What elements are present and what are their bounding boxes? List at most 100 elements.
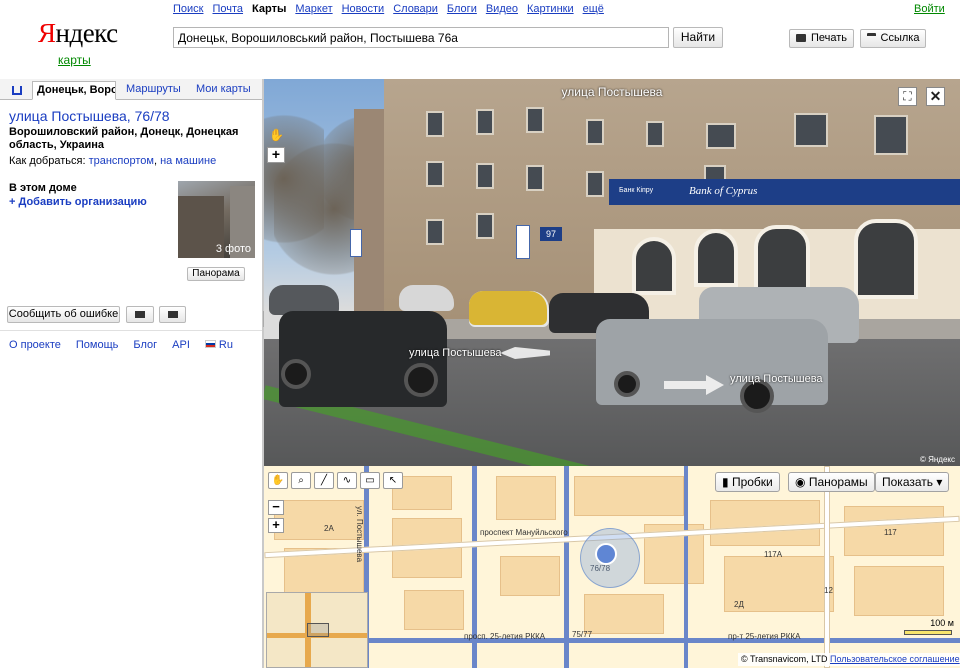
window [426,161,444,187]
footer-help[interactable]: Помощь [76,339,119,351]
no-parking-sign [350,229,362,257]
map-toolbar: ✋ ⌕ ╱ ∿ ▭ ↖ [268,472,403,489]
street-panorama[interactable]: Банк Кіпру Bank of Cyprus 97 улица Посты… [264,79,960,466]
street-label-forward[interactable]: улица Постышева [730,373,823,385]
footer-about[interactable]: О проекте [9,339,61,351]
footer-api[interactable]: API [172,339,190,351]
print-small-button[interactable] [126,306,154,323]
map-block [500,556,560,596]
pointer-tool-icon[interactable]: ↖ [383,472,403,489]
window [874,115,908,155]
map-label-manuilsky: проспект Мануйльского [480,528,568,537]
map-zoom-out-button[interactable]: − [268,500,284,515]
nav-search[interactable]: Поиск [173,3,203,15]
window [646,121,664,147]
window [476,109,494,135]
link-small-button[interactable] [159,306,186,323]
nav-video[interactable]: Видео [486,3,518,15]
arched-window [632,237,676,295]
window [426,111,444,137]
map-view[interactable]: 2А 117А 75/77 76/78 2Д 12 117 проспект М… [264,466,960,668]
add-organization-link[interactable]: + Добавить организацию [9,196,147,208]
hand-tool-icon[interactable]: ✋ [268,472,288,489]
magnifier-tool-icon[interactable]: ⌕ [291,472,311,489]
address-panel: улица Постышева, 76/78 Ворошиловский рай… [0,101,262,668]
language-label: Ru [218,339,233,351]
map-label-2a: 2А [324,524,334,533]
user-agreement-link[interactable]: Пользовательское соглашение [830,654,960,664]
sidebar-tabs: Донецьк, Вороши Маршруты Мои карты [0,79,262,100]
logo-rest: ндекс [55,18,119,48]
nav-market[interactable]: Маркет [295,3,332,15]
map-label-117a: 117А [764,550,783,559]
nav-more[interactable]: ещё [583,3,604,15]
major-road [368,638,960,643]
nav-maps[interactable]: Карты [252,3,286,15]
map-zoom-in-button[interactable]: + [268,518,284,533]
nav-images[interactable]: Картинки [527,3,574,15]
tab-my-maps[interactable]: Мои карты [192,81,255,100]
map-label-rkka-1: просп. 25-летия РККА [464,632,546,641]
nav-mail[interactable]: Почта [212,3,243,15]
nav-news[interactable]: Новости [342,3,385,15]
pin-tool-icon[interactable]: ▭ [360,472,380,489]
panorama-zoom-in-button[interactable]: + [267,147,285,163]
directions-label: Как добраться: [9,155,86,167]
parked-car [399,285,454,311]
logo-service-link[interactable]: карты [58,53,91,67]
map-label-2d: 2Д [734,600,744,609]
tab-routes[interactable]: Маршруты [122,81,185,100]
logo-first-letter: Я [38,18,56,48]
show-layers-button[interactable]: Показать ▾ [875,472,950,492]
footer-blog[interactable]: Блог [133,339,157,351]
print-label: Печать [810,32,848,44]
directions-transport-link[interactable]: транспортом [89,155,154,167]
link-button[interactable]: Ссылка [860,29,926,48]
map-block [274,500,364,540]
directions-row: Как добраться: транспортом, на машине [9,155,216,167]
login-link[interactable]: Войти [914,3,945,15]
photo-thumbnail[interactable]: 3 фото [178,181,255,258]
traffic-button[interactable]: ▮ Пробки [715,472,780,492]
report-error-button[interactable]: Сообщить об ошибке [7,306,120,323]
window [526,107,544,133]
fullscreen-icon[interactable]: ⛶ [898,87,917,106]
minimap-viewport[interactable] [307,623,329,637]
link-icon [866,33,876,42]
hand-icon[interactable]: ✋ [269,128,285,144]
close-icon[interactable]: ✕ [926,87,945,106]
bank-sign-text: Bank of Cyprus [689,185,758,197]
map-block [854,566,944,616]
search-button[interactable]: Найти [673,27,723,48]
ruler-tool-icon[interactable]: ╱ [314,472,334,489]
route-tool-icon[interactable]: ∿ [337,472,357,489]
directions-car-link[interactable]: на машине [160,155,216,167]
panorama-position-marker[interactable] [595,543,617,565]
print-button[interactable]: Печать [789,29,854,48]
arched-window [854,219,918,299]
panorama-button[interactable]: Панорама [187,267,245,281]
window [426,219,444,245]
search-input[interactable] [173,27,669,48]
street-label-back[interactable]: улица Постышева [409,347,502,359]
yandex-logo[interactable]: Яндекс [38,18,118,49]
tab-address[interactable]: Донецьк, Вороши [32,81,116,100]
tab-home[interactable] [6,81,28,100]
copyright-text: © Transnavicom, LTD [741,654,828,664]
window [794,113,828,147]
nav-blogs[interactable]: Блоги [447,3,477,15]
address-title[interactable]: улица Постышева, 76/78 [9,108,170,124]
panoramas-button[interactable]: ◉ Панорамы [788,472,875,492]
directions-separator: , [153,155,158,167]
overview-minimap[interactable] [266,592,368,668]
map-scale-label: 100 м [930,618,954,628]
printer-icon [135,311,145,318]
nav-dictionaries[interactable]: Словари [393,3,438,15]
link-label: Ссылка [880,32,920,44]
yellow-car [469,291,547,325]
street [824,466,830,668]
language-switch[interactable]: Ru [204,339,233,351]
map-block [584,594,664,634]
footer-links: О проекте Помощь Блог API Ru [9,339,233,351]
tree [264,99,324,259]
